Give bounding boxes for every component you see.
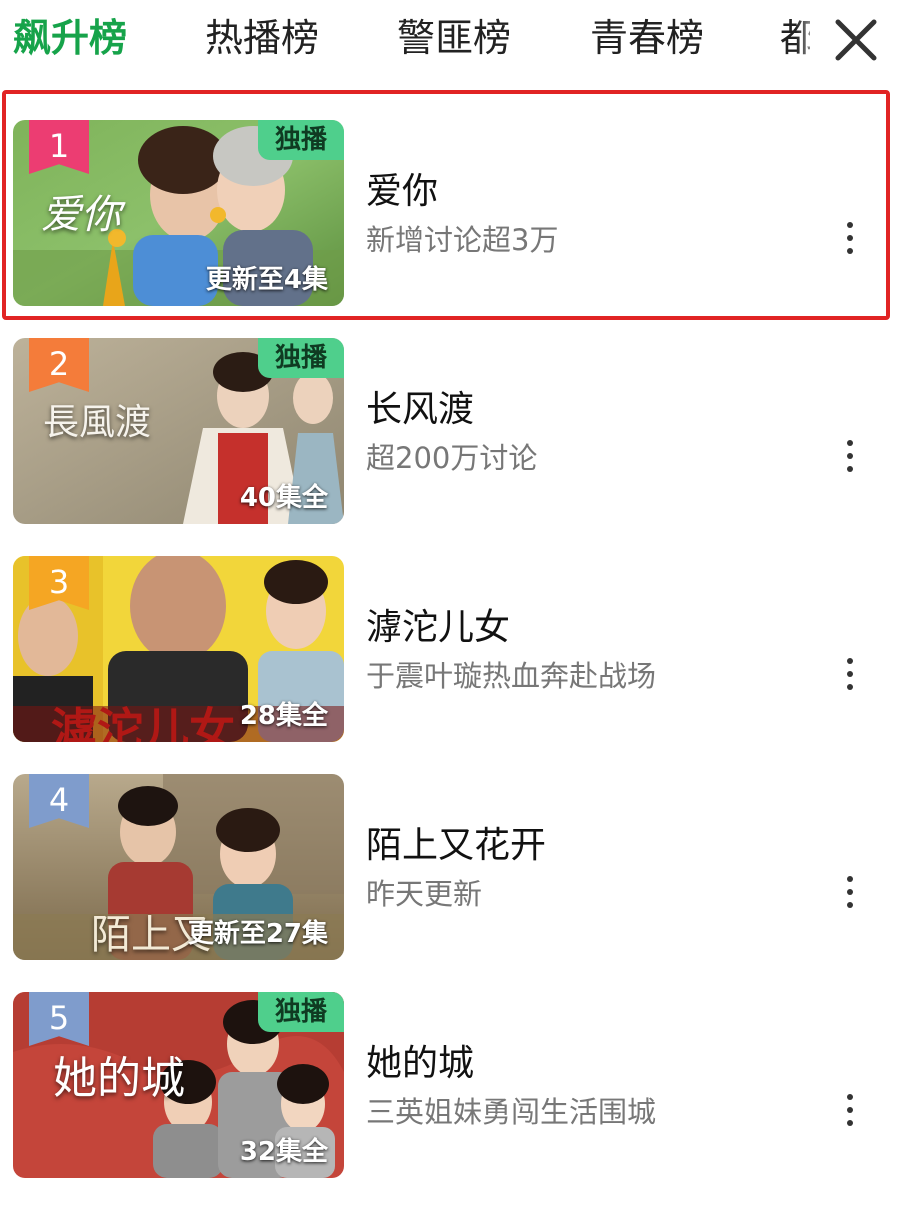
- show-subtitle: 昨天更新: [366, 877, 483, 911]
- show-title[interactable]: 她的城: [366, 1042, 474, 1086]
- exclusive-badge: 独播: [258, 120, 344, 160]
- poster-thumbnail[interactable]: 爱你 1 独播 更新至4集: [13, 120, 344, 306]
- more-vertical-icon: [847, 658, 853, 664]
- more-options-button[interactable]: [830, 644, 870, 704]
- ranking-tabs: 飙升榜 热播榜 警匪榜 青春榜 都: [0, 0, 810, 82]
- more-options-button[interactable]: [830, 1080, 870, 1140]
- ranking-tab-bar: 飙升榜 热播榜 警匪榜 青春榜 都: [0, 0, 903, 82]
- list-item[interactable]: 陌上又 4 更新至27集 陌上又花开 昨天更新: [0, 744, 903, 962]
- episode-count: 40集全: [239, 483, 328, 513]
- close-icon: [835, 19, 877, 61]
- show-title[interactable]: 长风渡: [366, 388, 474, 432]
- poster-thumbnail[interactable]: 滹沱儿女 3 28集全: [13, 556, 344, 742]
- poster-thumbnail[interactable]: 長風渡 2 独播 40集全: [13, 338, 344, 524]
- show-title[interactable]: 滹沱儿女: [366, 606, 510, 650]
- list-item[interactable]: 爱你 1 独播 更新至4集 爱你 新增讨论超3万: [0, 90, 903, 308]
- more-vertical-icon: [847, 1094, 853, 1100]
- more-vertical-icon: [847, 222, 853, 228]
- exclusive-badge: 独播: [258, 338, 344, 378]
- show-subtitle: 于震叶璇热血奔赴战场: [366, 659, 657, 693]
- show-title[interactable]: 爱你: [366, 170, 438, 214]
- show-subtitle: 三英姐妹勇闯生活围城: [366, 1095, 657, 1129]
- more-options-button[interactable]: [830, 862, 870, 922]
- tab-hot[interactable]: 热播榜: [205, 12, 319, 64]
- episode-count: 更新至4集: [205, 265, 328, 295]
- tab-rising[interactable]: 飙升榜: [13, 12, 127, 64]
- show-title[interactable]: 陌上又花开: [366, 824, 546, 868]
- list-item[interactable]: 她的城 5 独播 32集全 她的城 三英姐妹勇闯生活围城: [0, 962, 903, 1180]
- show-subtitle: 超200万讨论: [366, 441, 538, 475]
- more-options-button[interactable]: [830, 426, 870, 486]
- poster-title-art: 爱你: [41, 192, 121, 238]
- poster-title-art: 滹沱儿女: [51, 703, 235, 742]
- list-item[interactable]: 滹沱儿女 3 28集全 滹沱儿女 于震叶璇热血奔赴战场: [0, 526, 903, 744]
- exclusive-badge: 独播: [258, 992, 344, 1032]
- show-subtitle: 新增讨论超3万: [366, 223, 559, 257]
- more-options-button[interactable]: [830, 208, 870, 268]
- more-vertical-icon: [847, 876, 853, 882]
- poster-title-art: 她的城: [53, 1053, 185, 1104]
- poster-thumbnail[interactable]: 她的城 5 独播 32集全: [13, 992, 344, 1178]
- poster-thumbnail[interactable]: 陌上又 4 更新至27集: [13, 774, 344, 960]
- episode-count: 更新至27集: [187, 919, 328, 949]
- list-item[interactable]: 長風渡 2 独播 40集全 长风渡 超200万讨论: [0, 308, 903, 526]
- tab-police[interactable]: 警匪榜: [397, 12, 511, 64]
- poster-title-art: 長風渡: [43, 402, 152, 443]
- tabs-fade: [796, 0, 826, 82]
- tab-youth[interactable]: 青春榜: [590, 12, 704, 64]
- episode-count: 32集全: [239, 1137, 328, 1167]
- episode-count: 28集全: [239, 701, 328, 731]
- more-vertical-icon: [847, 440, 853, 446]
- close-button[interactable]: [826, 10, 886, 70]
